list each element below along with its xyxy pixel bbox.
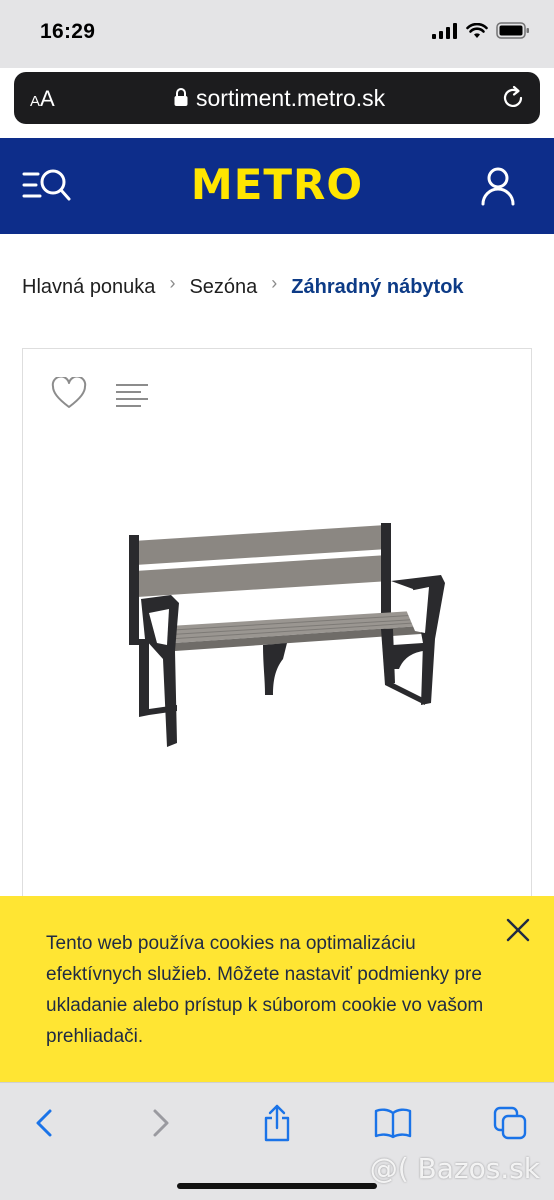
lock-icon (174, 85, 188, 112)
product-image-bench[interactable] (123, 519, 453, 764)
metro-logo[interactable]: METRO (0, 160, 554, 209)
site-header: METRO (0, 138, 554, 234)
battery-icon (496, 22, 530, 44)
address-bar[interactable]: AA sortiment.metro.sk (14, 72, 540, 124)
forward-icon[interactable] (141, 1103, 181, 1143)
close-icon[interactable] (504, 916, 532, 944)
account-icon[interactable] (480, 166, 516, 211)
wifi-icon (466, 22, 488, 44)
add-to-list-icon[interactable] (115, 383, 149, 414)
url-text: sortiment.metro.sk (196, 85, 386, 111)
back-icon[interactable] (24, 1103, 64, 1143)
signal-icon (432, 22, 458, 44)
bookmarks-icon[interactable] (373, 1103, 413, 1143)
home-indicator[interactable] (177, 1183, 377, 1189)
breadcrumb: Hlavná ponuka › Sezóna › Záhradný nábyto… (22, 273, 464, 299)
status-time: 16:29 (40, 20, 96, 43)
chevron-right-icon: › (271, 273, 278, 293)
cookie-banner: Tento web používa cookies na optimalizác… (0, 896, 554, 1082)
tabs-icon[interactable] (490, 1103, 530, 1143)
chevron-right-icon: › (169, 273, 176, 293)
breadcrumb-item-garden-furniture[interactable]: Záhradný nábytok (291, 276, 463, 299)
text-size-button[interactable]: AA (30, 86, 55, 112)
breadcrumb-item-season[interactable]: Sezóna (189, 276, 257, 299)
status-icons (432, 22, 530, 44)
product-card (22, 348, 532, 908)
status-bar: 16:29 (0, 0, 554, 68)
watermark: @( Bazos.sk (369, 1152, 540, 1185)
text-size-large-label: A (40, 86, 55, 111)
reload-icon[interactable] (500, 85, 526, 116)
url-display[interactable]: sortiment.metro.sk (174, 85, 385, 112)
breadcrumb-item-home[interactable]: Hlavná ponuka (22, 276, 155, 299)
share-icon[interactable] (257, 1103, 297, 1143)
heart-icon[interactable] (51, 375, 87, 414)
text-size-small-label: A (30, 93, 41, 110)
cookie-banner-text: Tento web používa cookies na optimalizác… (46, 933, 484, 1047)
